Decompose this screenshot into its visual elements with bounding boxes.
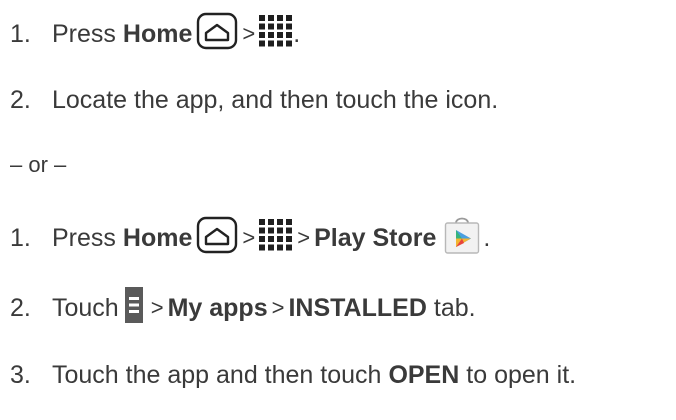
apps-grid-icon xyxy=(259,218,293,258)
home-key-icon xyxy=(196,12,238,57)
step-b3: 3. Touch the app and then touch OPEN to … xyxy=(10,355,576,395)
or-text: – or – xyxy=(10,152,67,177)
play-store-icon xyxy=(444,215,480,262)
home-label: Home xyxy=(122,223,193,252)
menu-icon xyxy=(124,286,143,330)
play-store-label: Play Store xyxy=(314,223,437,252)
step-a1: 1. Press Home > . xyxy=(10,12,301,57)
step-number: 1. xyxy=(10,223,31,252)
step-text: tab. xyxy=(433,293,476,322)
separator: > xyxy=(150,295,164,320)
step-number: 3. xyxy=(10,360,31,389)
installed-label: INSTALLED xyxy=(288,293,427,322)
separator: > xyxy=(297,225,311,250)
or-divider: – or – xyxy=(10,145,66,185)
step-number: 2. xyxy=(10,85,31,114)
home-key-icon xyxy=(196,216,238,261)
step-b2: 2. Touch > My apps > INSTALLED tab. xyxy=(10,286,476,330)
step-number: 2. xyxy=(10,293,31,322)
separator: > xyxy=(271,295,285,320)
step-text: to open it. xyxy=(466,360,577,389)
step-text: Touch the app and then touch xyxy=(52,360,382,389)
period: . xyxy=(293,19,301,48)
separator: > xyxy=(242,21,256,46)
apps-grid-icon xyxy=(259,14,293,54)
step-text: Press xyxy=(52,19,116,48)
step-b1: 1. Press Home > > Play Store . xyxy=(10,216,491,261)
step-text: Locate the app, and then touch the icon. xyxy=(52,85,499,114)
step-number: 1. xyxy=(10,19,31,48)
separator: > xyxy=(242,225,256,250)
home-label: Home xyxy=(122,19,193,48)
step-a2: 2. Locate the app, and then touch the ic… xyxy=(10,80,498,120)
step-text: Touch xyxy=(52,293,119,322)
step-text: Press xyxy=(52,223,116,252)
period: . xyxy=(483,223,491,252)
my-apps-label: My apps xyxy=(167,293,268,322)
open-label: OPEN xyxy=(388,360,460,389)
